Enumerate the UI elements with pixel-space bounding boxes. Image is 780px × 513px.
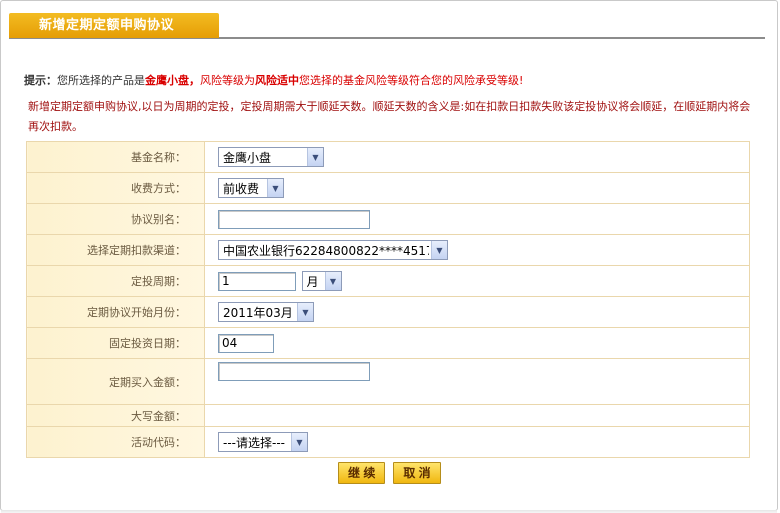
amount-upper-value <box>204 404 750 427</box>
button-bar: 继 续 取 消 <box>338 462 441 484</box>
period-unit-select[interactable]: 月 ▼ <box>301 271 342 291</box>
activity-code-select[interactable]: ---请选择--- ▼ <box>218 432 308 452</box>
chevron-down-icon: ▼ <box>431 241 447 259</box>
tip-label: 提示： <box>24 74 57 87</box>
activity-code-label: 活动代码： <box>26 426 205 458</box>
amount-input[interactable] <box>218 362 370 381</box>
risk-tip: 提示：您所选择的产品是金鹰小盘，风险等级为风险适中您选择的基金风险等级符合您的风… <box>24 72 764 88</box>
tip-text-3: 您选择的基金风险等级符合您的风险承受等级! <box>299 74 524 87</box>
row-fee-method: 收费方式： 前收费 ▼ <box>26 172 750 204</box>
fee-method-select[interactable]: 前收费 ▼ <box>218 178 284 198</box>
alias-input[interactable] <box>218 209 370 229</box>
channel-label: 选择定期扣款渠道： <box>26 234 205 266</box>
row-activity-code: 活动代码： ---请选择--- ▼ <box>26 426 750 458</box>
fund-name-label: 基金名称： <box>26 141 205 173</box>
chevron-down-icon: ▼ <box>267 179 283 197</box>
title-bar: 新增定期定额申购协议 <box>9 13 765 39</box>
chevron-down-icon: ▼ <box>307 148 323 166</box>
chevron-down-icon: ▼ <box>324 272 341 290</box>
row-amount: 定期买入金额： <box>26 358 750 405</box>
invest-day-label: 固定投资日期： <box>26 327 205 359</box>
start-month-select[interactable]: 2011年03月 ▼ <box>218 302 314 322</box>
row-invest-day: 固定投资日期： 04 <box>26 327 750 359</box>
channel-select[interactable]: 中国农业银行62284800822****4517 ▼ <box>218 240 448 260</box>
alias-label: 协议别名： <box>26 203 205 235</box>
tip-product: 金鹰小盘， <box>145 74 200 87</box>
row-amount-upper: 大写金额： <box>26 404 750 427</box>
chevron-down-icon: ▼ <box>297 303 313 321</box>
fund-name-select[interactable]: 金鹰小盘 ▼ <box>218 147 324 167</box>
continue-button[interactable]: 继 续 <box>338 462 386 484</box>
agreement-form: 基金名称： 金鹰小盘 ▼ 收费方式： 前收费 ▼ 协议别名： 选择定期扣款渠道：… <box>26 141 750 458</box>
chevron-down-icon: ▼ <box>291 433 307 451</box>
row-fund-name: 基金名称： 金鹰小盘 ▼ <box>26 141 750 173</box>
notice-text: 新增定期定额申购协议,以日为周期的定投，定投周期需大于顺延天数。顺延天数的含义是… <box>28 100 751 133</box>
amount-upper-label: 大写金额： <box>26 404 205 427</box>
period-label: 定投周期： <box>26 265 205 297</box>
tip-text-2: 风险等级为 <box>200 74 255 87</box>
start-month-label: 定期协议开始月份： <box>26 296 205 328</box>
row-start-month: 定期协议开始月份： 2011年03月 ▼ <box>26 296 750 328</box>
row-alias: 协议别名： <box>26 203 750 235</box>
cancel-button[interactable]: 取 消 <box>393 462 441 484</box>
amount-label: 定期买入金额： <box>26 358 205 405</box>
invest-day-input[interactable]: 04 <box>218 333 274 353</box>
page-title: 新增定期定额申购协议 <box>9 13 219 38</box>
row-period: 定投周期： 1 月 ▼ <box>26 265 750 297</box>
tip-risk-level: 风险适中 <box>255 74 299 87</box>
period-input[interactable]: 1 <box>218 271 296 291</box>
tip-text-1: 您所选择的产品是 <box>57 74 145 87</box>
fee-method-label: 收费方式： <box>26 172 205 204</box>
row-channel: 选择定期扣款渠道： 中国农业银行62284800822****4517 ▼ <box>26 234 750 266</box>
